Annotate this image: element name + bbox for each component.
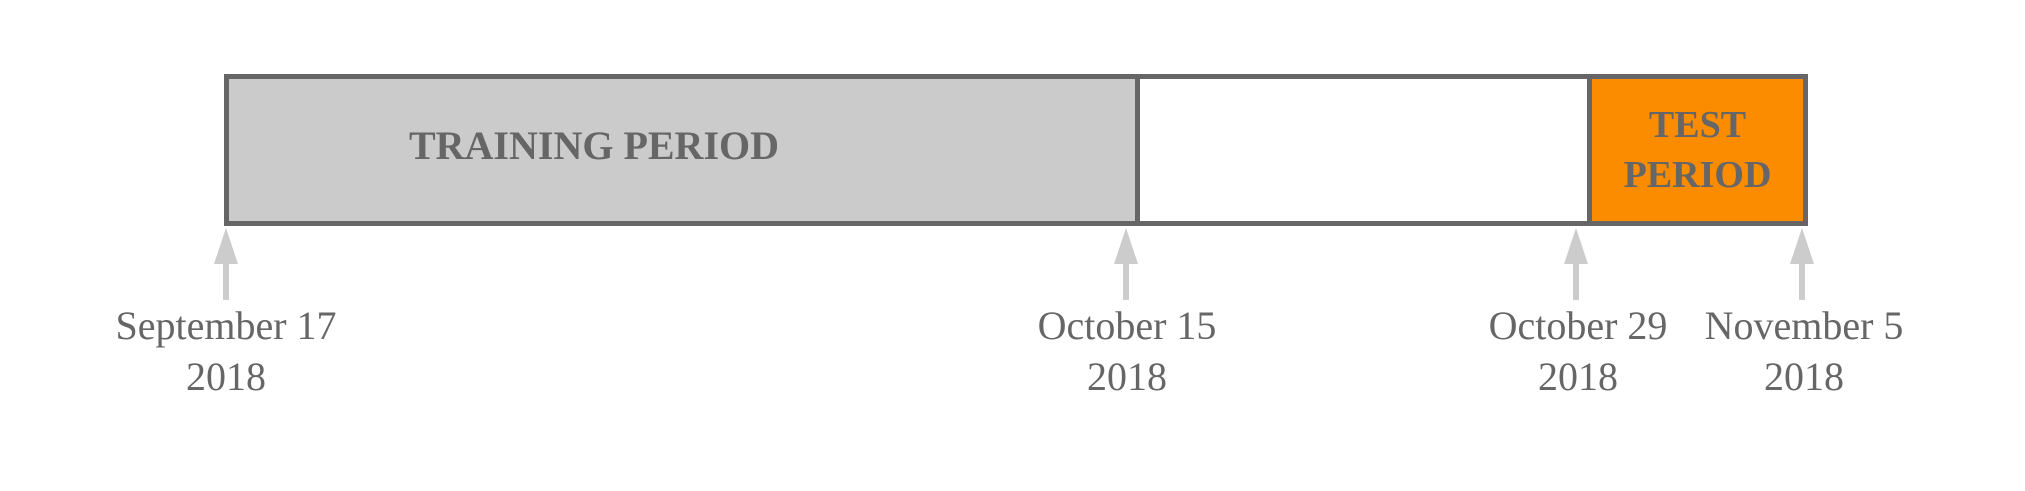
date-label-october-15: October 15 2018 xyxy=(1038,300,1217,402)
date-year: 2018 xyxy=(1763,354,1844,399)
up-arrow-icon xyxy=(1564,228,1588,300)
date-month-day: October 29 xyxy=(1488,303,1668,348)
date-month-day: September 17 xyxy=(115,303,337,348)
date-month-day: November 5 xyxy=(1704,303,1904,348)
training-period-segment: TRAINING PERIOD xyxy=(229,79,1135,221)
test-period-segment: TEST PERIOD xyxy=(1587,79,1803,221)
date-year: 2018 xyxy=(186,354,266,399)
gap-period-segment xyxy=(1135,79,1587,221)
date-label-november-5: November 5 2018 xyxy=(1705,300,1904,402)
training-period-label: TRAINING PERIOD xyxy=(408,123,780,168)
date-label-october-29: October 29 2018 xyxy=(1489,300,1668,402)
up-arrow-icon xyxy=(1114,228,1138,300)
date-year: 2018 xyxy=(1086,354,1167,399)
test-period-label: TEST PERIOD xyxy=(1623,104,1772,196)
date-label-september-17: September 17 2018 xyxy=(115,300,336,402)
up-arrow-icon xyxy=(1790,228,1814,300)
date-month-day: October 15 xyxy=(1037,303,1217,348)
up-arrow-icon xyxy=(214,228,238,300)
date-year: 2018 xyxy=(1537,354,1618,399)
timeline-bar: TRAINING PERIOD TEST PERIOD xyxy=(224,74,1808,226)
